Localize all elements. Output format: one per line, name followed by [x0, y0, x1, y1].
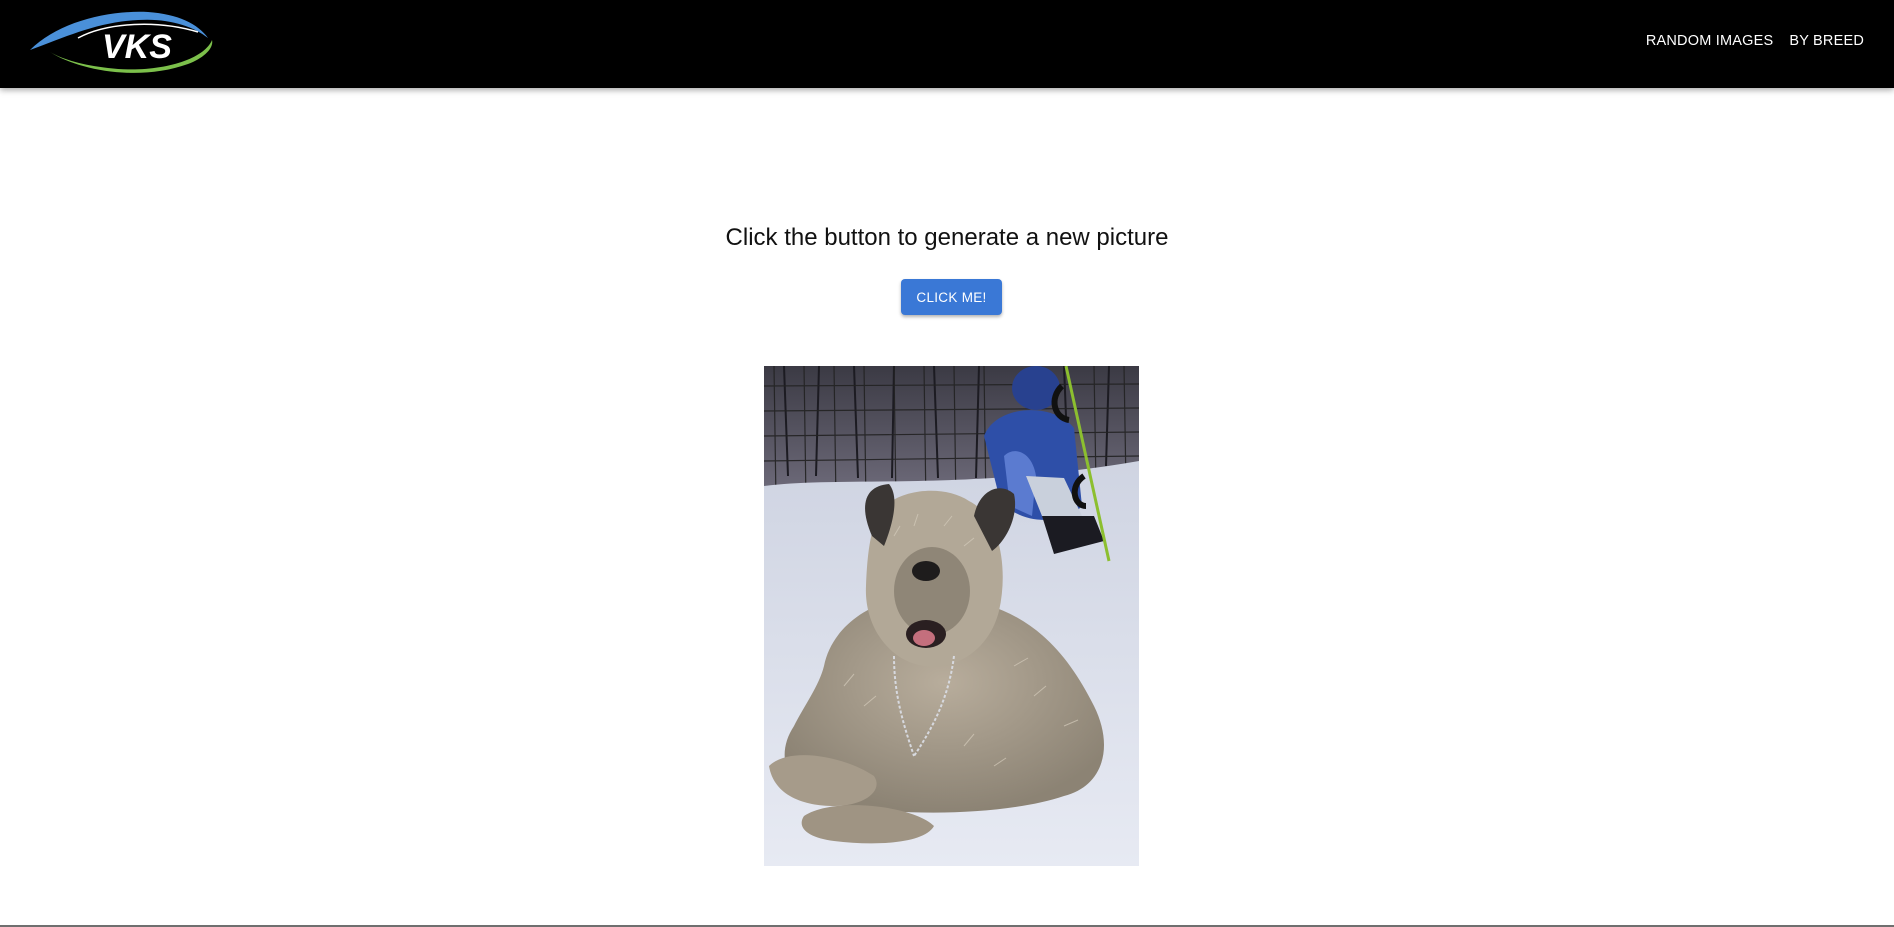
nav-link-by-breed[interactable]: BY BREED: [1781, 33, 1872, 49]
nav-link-random-images[interactable]: RANDOM IMAGES: [1638, 33, 1781, 49]
top-nav: RANDOM IMAGES BY BREED: [1638, 0, 1872, 82]
dog-photo: [764, 366, 1139, 866]
main-content: Click the button to generate a new pictu…: [0, 88, 1894, 924]
generate-picture-button[interactable]: CLICK ME!: [901, 279, 1002, 315]
vks-logo-graphic: VKS: [30, 11, 213, 73]
logo-text: VKS: [102, 28, 172, 66]
page-heading: Click the button to generate a new pictu…: [725, 224, 1169, 251]
dog-photo-graphic: [764, 366, 1139, 866]
vks-logo[interactable]: VKS: [28, 8, 220, 76]
app-bar: VKS RANDOM IMAGES BY BREED: [0, 0, 1894, 88]
